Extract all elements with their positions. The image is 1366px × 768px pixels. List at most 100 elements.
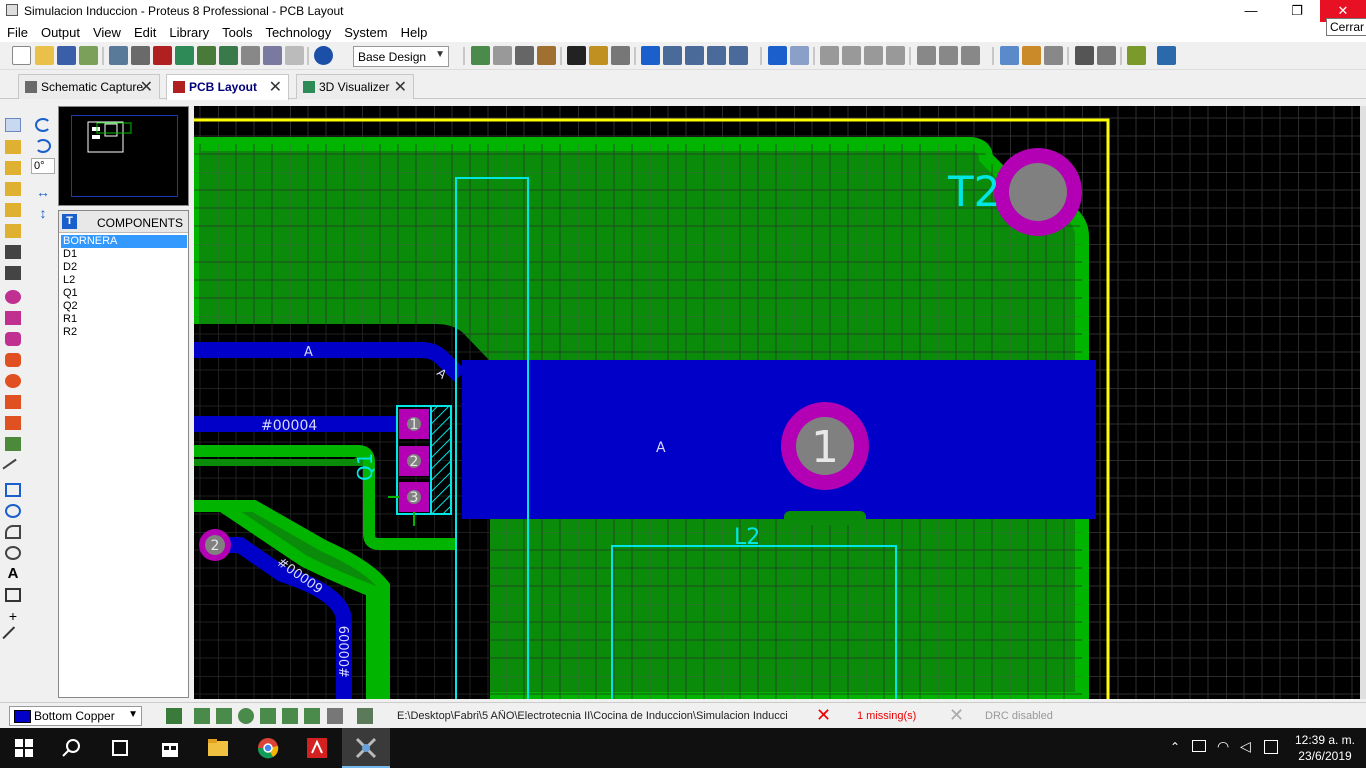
component-mode-icon[interactable] [5, 140, 21, 154]
gateswap-icon[interactable] [1044, 46, 1063, 65]
undo-icon[interactable] [768, 46, 787, 65]
taskbar-active-app[interactable] [342, 728, 390, 768]
windows-start-icon[interactable] [12, 736, 36, 760]
circular-smt-pad-icon[interactable] [5, 374, 21, 388]
battery-icon[interactable] [1192, 740, 1206, 752]
menu-tools[interactable]: Tools [215, 22, 258, 40]
copper-pad-area[interactable] [462, 360, 1096, 519]
menu-view[interactable]: View [86, 22, 127, 40]
via-icon[interactable] [238, 708, 254, 724]
pcb-icon[interactable] [153, 46, 172, 65]
marker-icon[interactable]: + [5, 609, 21, 623]
missing-connections-status[interactable]: 1 missing(s) [857, 710, 916, 722]
open-folder-icon[interactable] [35, 46, 54, 65]
zoom-all-icon[interactable] [707, 46, 726, 65]
flip-icon[interactable] [493, 46, 512, 65]
close-icon[interactable]: ✕ [269, 77, 282, 97]
text-icon[interactable]: A [5, 566, 21, 581]
design-rules-icon[interactable] [1157, 46, 1176, 65]
pcb-drawing[interactable]: T2 L2 Q1 A A A #00004 #00009 #00009 1 1 … [194, 106, 1360, 699]
search-icon[interactable] [1075, 46, 1094, 65]
minimize-button[interactable]: — [1228, 0, 1274, 22]
notes-icon[interactable] [263, 46, 282, 65]
zone-mode-icon[interactable] [5, 224, 21, 238]
origin-icon[interactable] [589, 46, 608, 65]
vertical-scrollbar[interactable] [1360, 106, 1366, 699]
step-icon[interactable] [216, 708, 232, 724]
list-item[interactable]: BORNERA [61, 235, 187, 248]
rotation-field[interactable]: 0° [31, 158, 55, 174]
copy-icon[interactable] [842, 46, 861, 65]
connectivity-icon[interactable] [1127, 46, 1146, 65]
notifications-icon[interactable] [1264, 740, 1278, 754]
maximize-button[interactable]: ❐ [1274, 0, 1320, 22]
list-item[interactable]: R1 [61, 313, 187, 326]
list-item[interactable]: Q2 [61, 300, 187, 313]
system-clock[interactable]: 12:39 a. m. 23/6/2019 [1292, 732, 1358, 764]
track-icon[interactable] [260, 708, 276, 724]
chrome-icon[interactable] [256, 736, 280, 760]
auto-router-icon[interactable] [1000, 46, 1019, 65]
tool-t-icon[interactable] [304, 708, 320, 724]
menu-output[interactable]: Output [34, 22, 86, 40]
list-item[interactable]: D2 [61, 261, 187, 274]
error-icon[interactable]: ✕ [816, 705, 831, 726]
pan-icon[interactable] [641, 46, 660, 65]
line-icon[interactable] [2, 458, 24, 480]
round-pad-icon[interactable] [5, 290, 21, 304]
menu-edit[interactable]: Edit [127, 22, 162, 40]
edge-pad-icon[interactable] [5, 353, 21, 367]
connectivity-highlight-icon[interactable] [5, 266, 21, 280]
mirror-vertical-icon[interactable]: ↕ [35, 206, 51, 220]
design-explorer-icon[interactable] [219, 46, 238, 65]
via-mode-icon[interactable] [5, 203, 21, 217]
file-explorer-icon[interactable] [206, 736, 230, 760]
close-icon[interactable]: ✕ [394, 77, 407, 97]
redo-icon[interactable] [790, 46, 809, 65]
symbol-icon[interactable] [5, 588, 21, 602]
home-icon[interactable] [109, 46, 128, 65]
rotate-anticlockwise-icon[interactable] [35, 139, 51, 153]
drc-icon[interactable]: ✕ [949, 705, 964, 726]
volume-icon[interactable]: ◁ [1240, 738, 1251, 755]
layer-select[interactable]: Bottom Copper ▼ [9, 706, 142, 726]
track-mode-icon[interactable] [5, 182, 21, 196]
tab-pcb-layout[interactable]: PCB Layout ✕ [166, 74, 289, 100]
schematic-icon[interactable] [131, 46, 150, 65]
search-icon[interactable] [60, 736, 84, 760]
menu-file[interactable]: File [0, 22, 34, 40]
mirror-horizontal-icon[interactable]: ↔ [35, 185, 51, 199]
help-icon[interactable] [314, 46, 333, 65]
package-mode-icon[interactable] [5, 161, 21, 175]
menu-help[interactable]: Help [394, 22, 434, 40]
pick-device-button[interactable]: T [62, 214, 77, 229]
box-icon[interactable] [5, 483, 21, 497]
align-icon[interactable] [282, 708, 298, 724]
acrobat-icon[interactable] [305, 736, 329, 760]
source-icon[interactable] [285, 46, 304, 65]
layers-icon[interactable] [166, 708, 182, 724]
square-pad-icon[interactable] [5, 311, 21, 325]
task-view-icon[interactable] [108, 736, 132, 760]
arc-icon[interactable] [5, 525, 21, 539]
decompose-icon[interactable] [961, 46, 980, 65]
polygon-pad-icon[interactable] [5, 416, 21, 430]
dimension-icon[interactable] [2, 626, 24, 648]
grid-icon[interactable] [515, 46, 534, 65]
design-variant-select[interactable]: Base Design ▼ [353, 46, 449, 67]
menu-technology[interactable]: Technology [258, 22, 337, 40]
pick-icon[interactable] [917, 46, 936, 65]
gerber-icon[interactable] [197, 46, 216, 65]
pcb-editing-canvas[interactable]: T2 L2 Q1 A A A #00004 #00009 #00009 1 1 … [194, 106, 1360, 699]
menu-library[interactable]: Library [162, 22, 215, 40]
menu-system[interactable]: System [337, 22, 393, 40]
refresh-icon[interactable] [471, 46, 490, 65]
wifi-icon[interactable]: ◠ [1217, 738, 1229, 755]
dil-pad-icon[interactable] [5, 332, 21, 346]
bom-icon[interactable] [241, 46, 260, 65]
auto-placer-icon[interactable] [1022, 46, 1041, 65]
delete-icon[interactable] [886, 46, 905, 65]
list-item[interactable]: L2 [61, 274, 187, 287]
import-icon[interactable] [79, 46, 98, 65]
overview-window[interactable] [58, 106, 189, 206]
